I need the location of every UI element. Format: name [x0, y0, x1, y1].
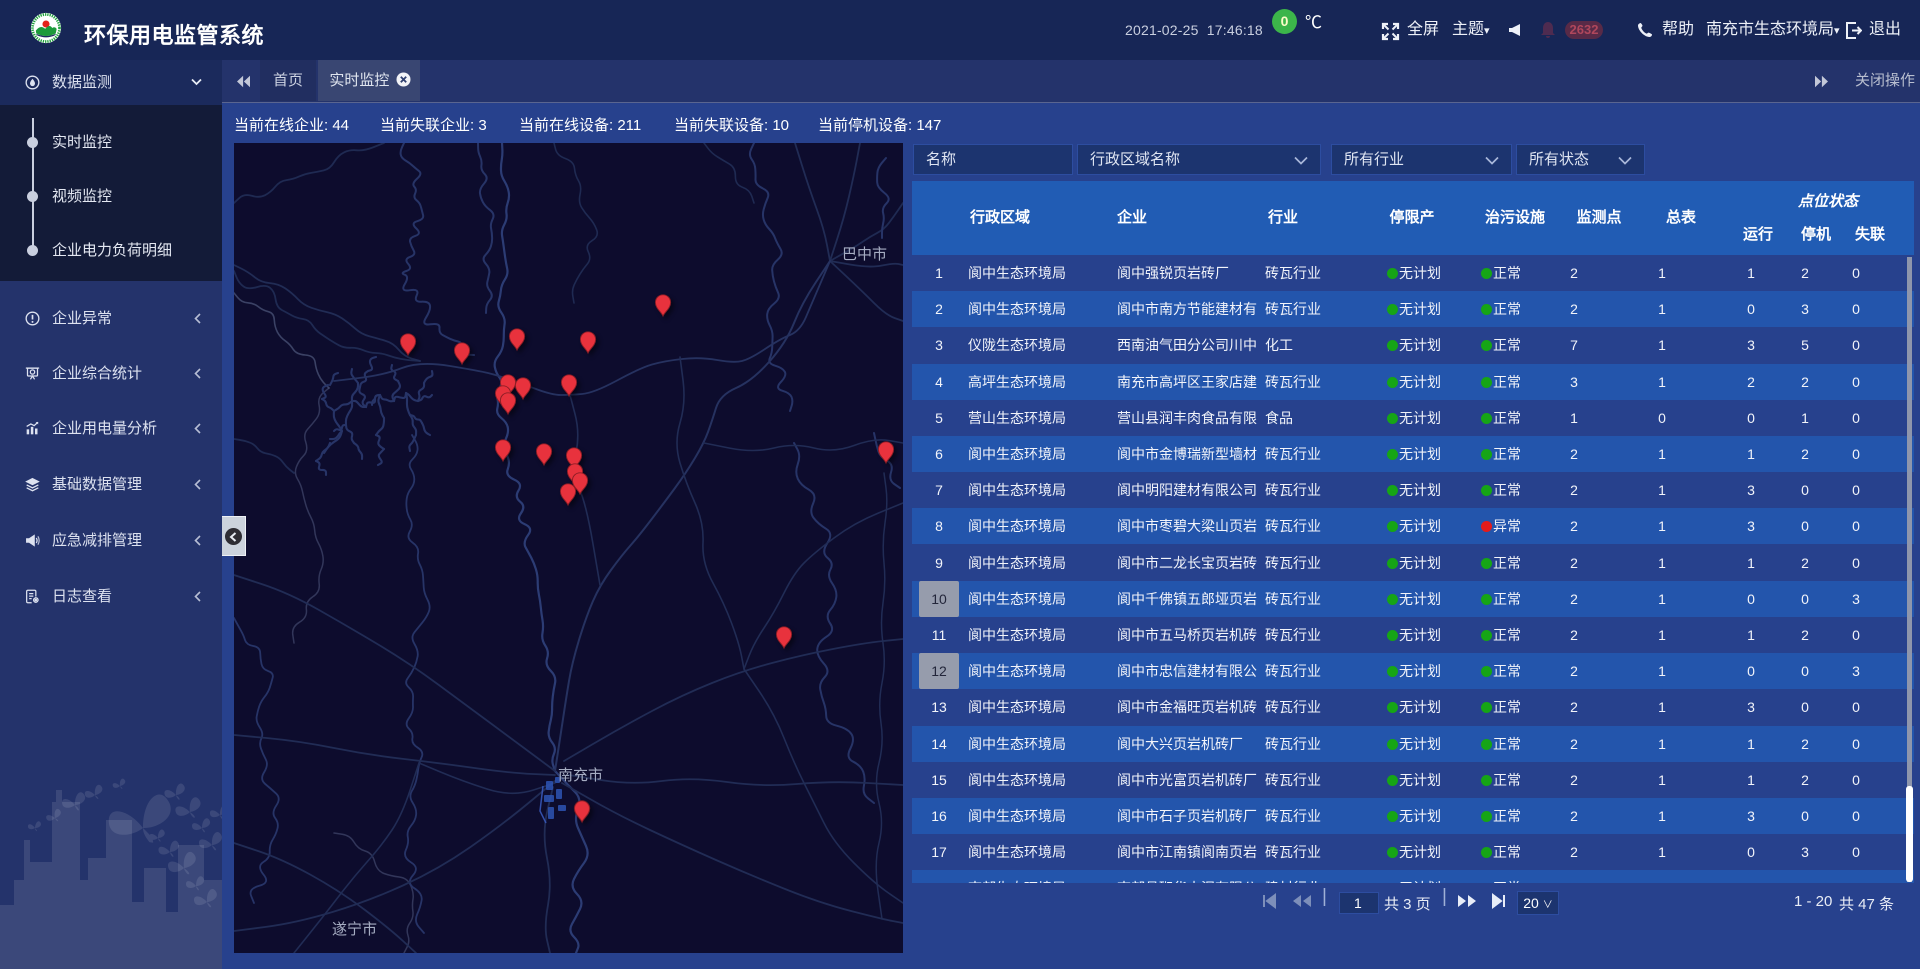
svg-text:遂宁市: 遂宁市 [332, 921, 377, 938]
svg-text:巴中市: 巴中市 [842, 246, 887, 263]
svg-text:南充市: 南充市 [558, 767, 603, 784]
